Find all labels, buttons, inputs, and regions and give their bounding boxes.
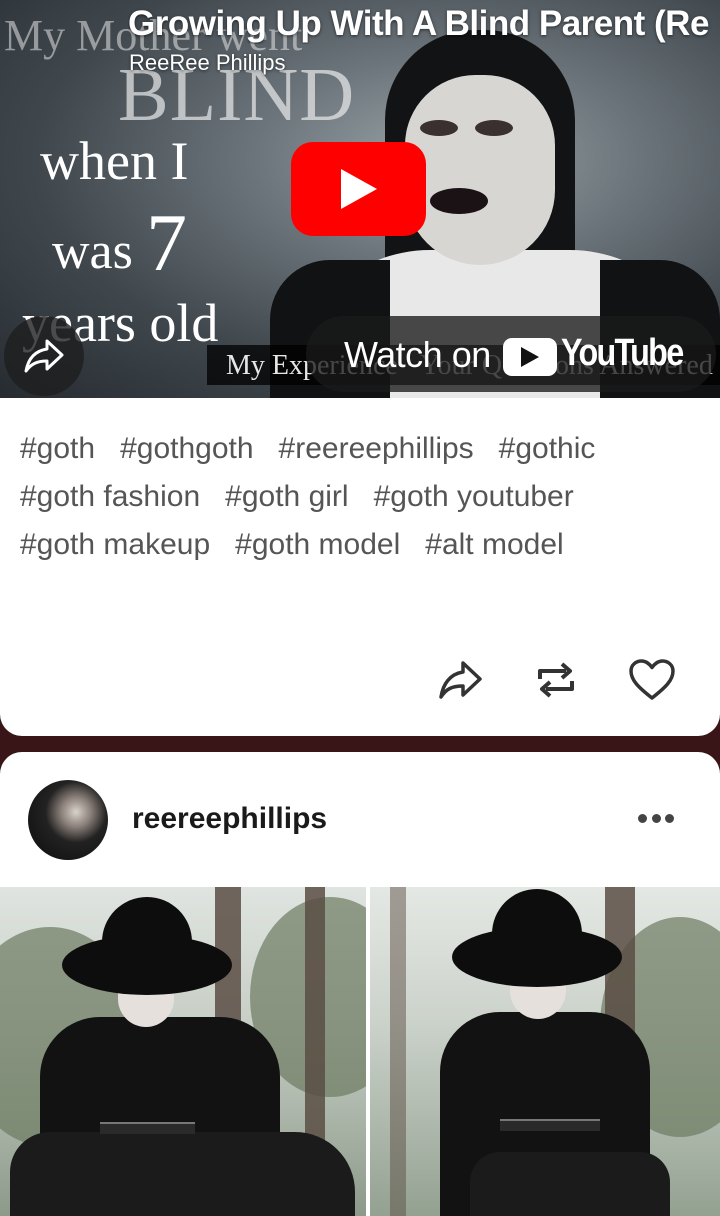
avatar[interactable] <box>28 780 108 860</box>
photo-figure-skirt <box>470 1152 670 1216</box>
photo-figure-skirt <box>10 1132 355 1216</box>
tag-link[interactable]: #goth makeup <box>20 526 210 564</box>
tag-link[interactable]: #goth girl <box>225 478 348 516</box>
youtube-wordmark: YouTube <box>561 332 684 374</box>
photo-figure-belt <box>500 1119 600 1131</box>
more-icon <box>638 813 647 823</box>
share-button[interactable] <box>435 655 485 705</box>
youtube-logo-icon <box>503 338 557 376</box>
tag-link[interactable]: #goth <box>20 430 95 468</box>
thumbnail-figure-face <box>405 75 555 265</box>
tag-link[interactable]: #goth youtuber <box>374 478 574 516</box>
tag-link[interactable]: #gothic <box>499 430 596 468</box>
photo-figure-belt <box>100 1122 195 1134</box>
photo-figure-hat <box>492 889 582 949</box>
video-channel-name[interactable]: ReeRee Phillips <box>129 50 286 76</box>
more-options-button[interactable] <box>632 806 680 830</box>
reblog-icon <box>538 662 574 698</box>
tag-link[interactable]: #alt model <box>425 526 563 564</box>
play-icon <box>340 169 377 209</box>
tag-link[interactable]: #goth model <box>235 526 400 564</box>
photo-post-card: reereephillips <box>0 752 720 1216</box>
heart-icon <box>629 659 675 700</box>
tag-link[interactable]: #gothgoth <box>120 430 253 468</box>
watch-on-label: Watch on <box>344 334 491 375</box>
share-icon <box>24 339 64 373</box>
thumbnail-figure-lips <box>430 188 488 214</box>
share-icon <box>439 661 482 699</box>
like-button[interactable] <box>627 655 677 705</box>
more-icon <box>665 813 674 823</box>
thumbnail-text-line: was <box>52 223 133 280</box>
post-author-username[interactable]: reereephillips <box>132 802 327 836</box>
thumbnail-text-line: when I <box>40 131 189 191</box>
more-icon <box>651 813 661 823</box>
tag-link[interactable]: #goth fashion <box>20 478 200 516</box>
reblog-button[interactable] <box>531 655 581 705</box>
photo-tree-trunk <box>390 887 406 1216</box>
video-share-button[interactable] <box>4 316 84 396</box>
tag-list: #goth #gothgoth #reereephillips #gothic … <box>20 430 700 564</box>
play-button[interactable] <box>291 142 426 236</box>
thumbnail-figure-eye <box>475 120 513 136</box>
photo-figure-hat <box>102 897 192 957</box>
post-photo[interactable] <box>370 887 720 1216</box>
tag-link[interactable]: #reereephillips <box>279 430 474 468</box>
thumbnail-figure-eye <box>420 120 458 136</box>
video-title[interactable]: Growing Up With A Blind Parent (Re <box>128 4 720 44</box>
video-embed[interactable]: My Mother went BLIND when I was 7 years … <box>0 0 720 398</box>
post-photo[interactable] <box>0 887 366 1216</box>
video-post-card: My Mother went BLIND when I was 7 years … <box>0 0 720 736</box>
thumbnail-text-line: 7 <box>146 197 187 288</box>
